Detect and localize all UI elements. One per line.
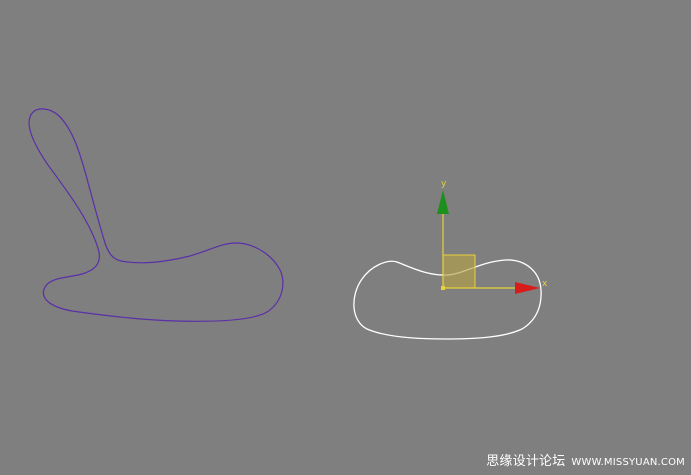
pivot-point[interactable] [441,286,445,290]
x-axis-arrow-icon[interactable] [515,282,540,294]
3d-viewport[interactable]: y x 思缘设计论坛 WWW.MISSYUAN.COM [0,0,691,475]
transform-gizmo[interactable]: y x [437,179,548,294]
watermark-chinese: 思缘设计论坛 [486,454,566,469]
watermark: 思缘设计论坛 WWW.MISSYUAN.COM [486,450,685,469]
chair-profile-spline[interactable] [28,108,284,322]
viewport-scene[interactable]: y x [0,0,691,475]
y-axis-arrow-icon[interactable] [437,190,449,214]
watermark-url: WWW.MISSYUAN.COM [571,457,685,468]
x-axis-label: x [542,279,548,289]
xy-plane-handle[interactable] [442,254,476,289]
y-axis-label: y [441,179,447,189]
